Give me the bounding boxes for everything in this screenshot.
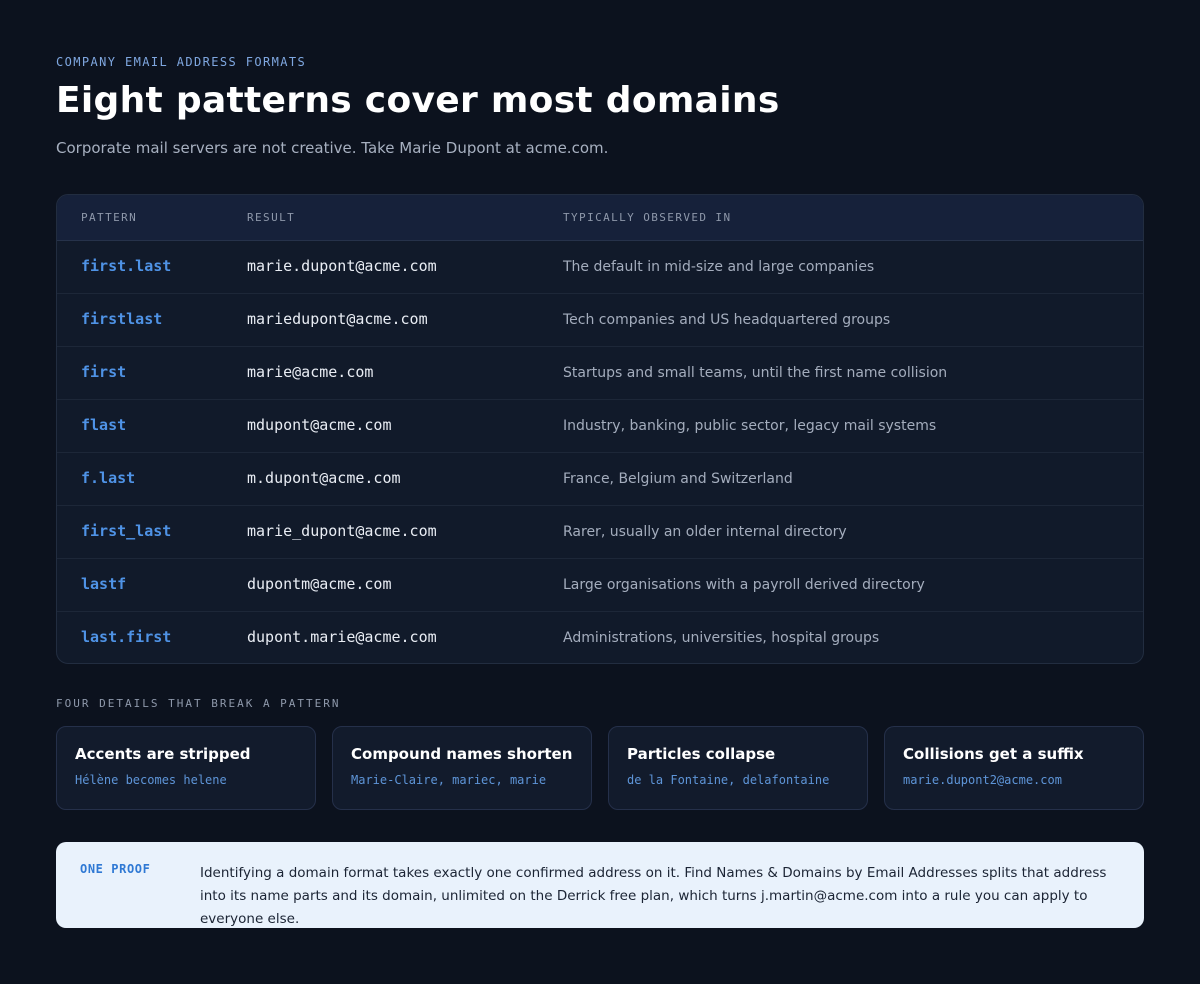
pattern-cell: first — [81, 363, 127, 381]
table-body: first.last marie.dupont@acme.com The def… — [57, 241, 1143, 663]
column-header-result: RESULT — [247, 211, 296, 224]
observed-cell: Industry, banking, public sector, legacy… — [563, 418, 937, 434]
pattern-cell: first.last — [81, 257, 172, 275]
detail-card-title: Accents are stripped — [75, 745, 251, 763]
column-header-pattern: PATTERN — [81, 211, 138, 224]
details-section-label: FOUR DETAILS THAT BREAK A PATTERN — [56, 697, 341, 710]
result-cell: marie.dupont@acme.com — [247, 257, 437, 275]
table-row: firstlast mariedupont@acme.com Tech comp… — [57, 294, 1143, 347]
result-cell: mdupont@acme.com — [247, 416, 392, 434]
table-row: lastf dupontm@acme.com Large organisatio… — [57, 559, 1143, 612]
result-cell: m.dupont@acme.com — [247, 469, 401, 487]
observed-cell: Large organisations with a payroll deriv… — [563, 577, 925, 593]
detail-card-title: Compound names shorten — [351, 745, 573, 763]
page-subtitle: Corporate mail servers are not creative.… — [56, 139, 609, 157]
table-row: first marie@acme.com Startups and small … — [57, 347, 1143, 400]
detail-card-title: Collisions get a suffix — [903, 745, 1084, 763]
table-header: PATTERN RESULT TYPICALLY OBSERVED IN — [57, 195, 1143, 241]
table-row: last.first dupont.marie@acme.com Adminis… — [57, 612, 1143, 663]
observed-cell: The default in mid-size and large compan… — [563, 259, 875, 275]
page-title: Eight patterns cover most domains — [56, 80, 780, 121]
table-row: first_last marie_dupont@acme.com Rarer, … — [57, 506, 1143, 559]
result-cell: dupontm@acme.com — [247, 575, 392, 593]
observed-cell: France, Belgium and Switzerland — [563, 471, 793, 487]
pattern-cell: flast — [81, 416, 127, 434]
details-cards: Accents are stripped Hélène becomes hele… — [56, 726, 1144, 810]
detail-card-compound-names: Compound names shorten Marie-Claire, mar… — [332, 726, 592, 810]
eyebrow: COMPANY EMAIL ADDRESS FORMATS — [56, 55, 307, 69]
observed-cell: Rarer, usually an older internal directo… — [563, 524, 847, 540]
result-cell: dupont.marie@acme.com — [247, 628, 437, 646]
pattern-cell: first_last — [81, 522, 172, 540]
detail-card-accents: Accents are stripped Hélène becomes hele… — [56, 726, 316, 810]
result-cell: marie_dupont@acme.com — [247, 522, 437, 540]
pattern-cell: lastf — [81, 575, 127, 593]
detail-card-example: de la Fontaine, delafontaine — [627, 773, 830, 787]
detail-card-example: Marie-Claire, mariec, marie — [351, 773, 547, 787]
pattern-cell: last.first — [81, 628, 172, 646]
detail-card-example: Hélène becomes helene — [75, 773, 227, 787]
table-row: f.last m.dupont@acme.com France, Belgium… — [57, 453, 1143, 506]
result-cell: mariedupont@acme.com — [247, 310, 428, 328]
detail-card-particles: Particles collapse de la Fontaine, delaf… — [608, 726, 868, 810]
observed-cell: Administrations, universities, hospital … — [563, 630, 880, 646]
proof-label: ONE PROOF — [80, 862, 151, 876]
result-cell: marie@acme.com — [247, 363, 374, 381]
column-header-observed: TYPICALLY OBSERVED IN — [563, 211, 732, 224]
table-row: flast mdupont@acme.com Industry, banking… — [57, 400, 1143, 453]
proof-text: Identifying a domain format takes exactl… — [200, 865, 1107, 927]
patterns-table: PATTERN RESULT TYPICALLY OBSERVED IN fir… — [56, 194, 1144, 664]
observed-cell: Tech companies and US headquartered grou… — [563, 312, 891, 328]
observed-cell: Startups and small teams, until the firs… — [563, 365, 948, 381]
table-row: first.last marie.dupont@acme.com The def… — [57, 241, 1143, 294]
detail-card-example: marie.dupont2@acme.com — [903, 773, 1062, 787]
proof-callout: ONE PROOF Identifying a domain format ta… — [56, 842, 1144, 928]
pattern-cell: f.last — [81, 469, 136, 487]
detail-card-collisions: Collisions get a suffix marie.dupont2@ac… — [884, 726, 1144, 810]
detail-card-title: Particles collapse — [627, 745, 776, 763]
pattern-cell: firstlast — [81, 310, 163, 328]
